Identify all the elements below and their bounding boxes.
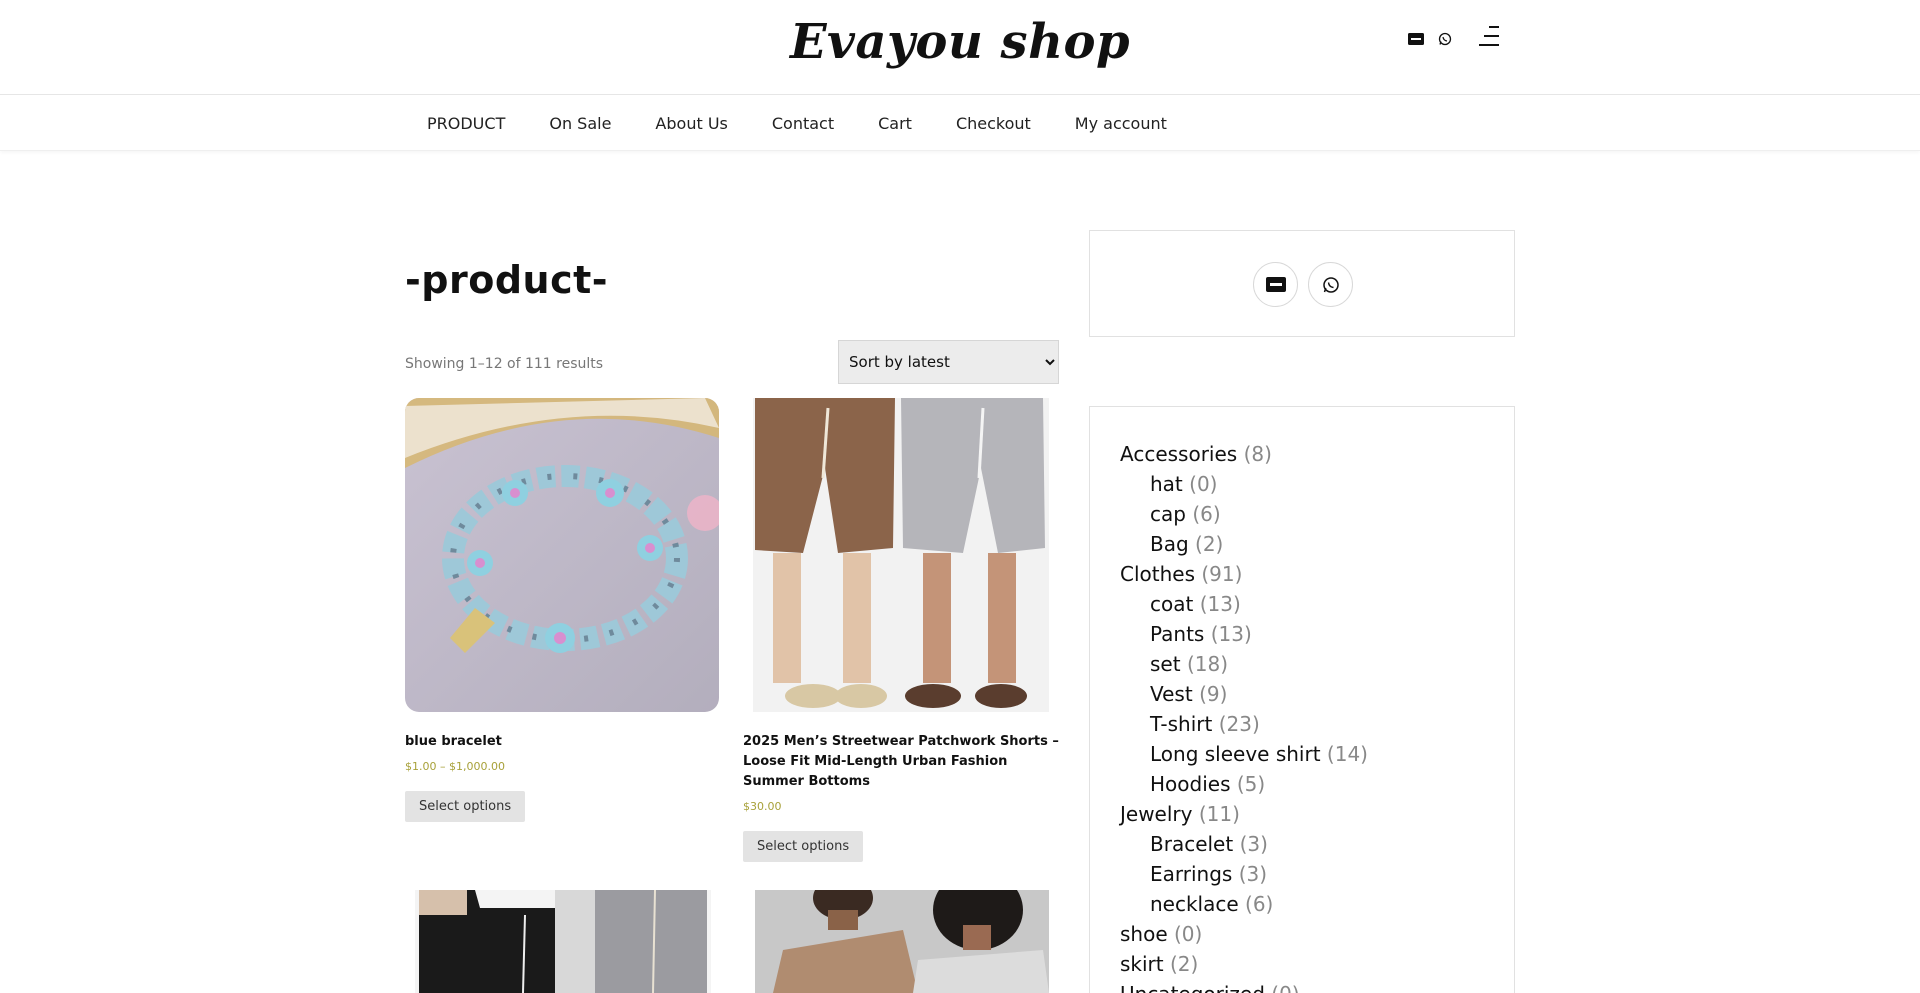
- category-link[interactable]: Bag: [1150, 532, 1189, 556]
- category-link[interactable]: Accessories: [1120, 442, 1237, 466]
- category-item[interactable]: coat (13): [1120, 589, 1368, 619]
- category-item[interactable]: T-shirt (23): [1120, 709, 1368, 739]
- sort-select[interactable]: Sort by latest: [838, 340, 1059, 384]
- nav-item-my-account[interactable]: My account: [1053, 114, 1189, 133]
- category-item[interactable]: Long sleeve shirt (14): [1120, 739, 1368, 769]
- site-header: Evayou shop: [0, 0, 1920, 95]
- category-item[interactable]: necklace (6): [1120, 889, 1368, 919]
- page-title: -product-: [405, 258, 609, 302]
- category-count: (13): [1210, 622, 1252, 646]
- whatsapp-icon[interactable]: [1436, 31, 1453, 46]
- category-count: (8): [1243, 442, 1272, 466]
- product-card: [405, 890, 719, 993]
- category-item[interactable]: Vest (9): [1120, 679, 1368, 709]
- whatsapp-icon[interactable]: [1308, 262, 1353, 307]
- category-list: Accessories (8) hat (0) cap (6) Bag (2) …: [1120, 439, 1368, 993]
- category-link[interactable]: Hoodies: [1150, 772, 1231, 796]
- category-link[interactable]: Bracelet: [1150, 832, 1233, 856]
- category-link[interactable]: coat: [1150, 592, 1193, 616]
- category-link[interactable]: Jewelry: [1120, 802, 1192, 826]
- category-item[interactable]: Accessories (8): [1120, 439, 1368, 469]
- category-link[interactable]: shoe: [1120, 922, 1168, 946]
- category-link[interactable]: Vest: [1150, 682, 1193, 706]
- category-link[interactable]: Clothes: [1120, 562, 1195, 586]
- category-count: (5): [1236, 772, 1266, 796]
- select-options-button[interactable]: Select options: [405, 791, 526, 822]
- hamburger-menu-icon[interactable]: [1479, 25, 1501, 47]
- category-item[interactable]: Pants (13): [1120, 619, 1368, 649]
- category-item[interactable]: Jewelry (11): [1120, 799, 1368, 829]
- header-social-icons: [1407, 31, 1453, 46]
- product-price: $1.00 – $1,000.00: [405, 760, 505, 773]
- category-count: (6): [1192, 502, 1221, 526]
- category-link[interactable]: Pants: [1150, 622, 1204, 646]
- nav-item-on-sale[interactable]: On Sale: [527, 114, 633, 133]
- category-link[interactable]: cap: [1150, 502, 1186, 526]
- category-count: (3): [1238, 862, 1268, 886]
- category-link[interactable]: necklace: [1150, 892, 1239, 916]
- main-navigation: PRODUCT On Sale About Us Contact Cart Ch…: [0, 96, 1920, 151]
- category-item[interactable]: Bracelet (3): [1120, 829, 1368, 859]
- category-count: (2): [1169, 952, 1199, 976]
- category-item[interactable]: Hoodies (5): [1120, 769, 1368, 799]
- site-logo-title[interactable]: Evayou shop: [0, 14, 1920, 70]
- category-item[interactable]: shoe (0): [1120, 919, 1368, 949]
- product-name[interactable]: 2025 Men’s Streetwear Patchwork Shorts –…: [743, 732, 1063, 792]
- category-count: (0): [1271, 982, 1299, 993]
- social-icon-row: [1090, 262, 1516, 307]
- category-item[interactable]: cap (6): [1120, 499, 1368, 529]
- category-link[interactable]: set: [1150, 652, 1181, 676]
- category-count: (2): [1195, 532, 1224, 556]
- category-count: (18): [1186, 652, 1228, 676]
- category-item[interactable]: Clothes (91): [1120, 559, 1368, 589]
- category-link[interactable]: skirt: [1120, 952, 1164, 976]
- result-count: Showing 1–12 of 111 results: [405, 356, 604, 372]
- product-card: blue bracelet $1.00 – $1,000.00 Select o…: [405, 398, 725, 822]
- paypal-icon[interactable]: [1407, 31, 1424, 46]
- category-count: (91): [1201, 562, 1243, 586]
- category-link[interactable]: Uncategorized: [1120, 982, 1265, 993]
- category-count: (13): [1199, 592, 1241, 616]
- nav-item-product[interactable]: PRODUCT: [405, 114, 527, 133]
- category-count: (0): [1174, 922, 1203, 946]
- product-image-vest[interactable]: [743, 890, 1057, 993]
- product-price: $30.00: [743, 800, 782, 813]
- category-count: (14): [1326, 742, 1368, 766]
- nav-item-cart[interactable]: Cart: [856, 114, 934, 133]
- nav-item-about-us[interactable]: About Us: [633, 114, 749, 133]
- category-link[interactable]: hat: [1150, 472, 1183, 496]
- category-count: (6): [1245, 892, 1274, 916]
- product-image-bracelet[interactable]: [405, 398, 719, 712]
- product-image-pants[interactable]: [405, 890, 719, 993]
- category-item[interactable]: Earrings (3): [1120, 859, 1368, 889]
- category-link[interactable]: T-shirt: [1150, 712, 1212, 736]
- product-name[interactable]: blue bracelet: [405, 732, 725, 752]
- product-categories-widget: Accessories (8) hat (0) cap (6) Bag (2) …: [1089, 406, 1515, 993]
- category-count: (0): [1189, 472, 1218, 496]
- select-options-button[interactable]: Select options: [743, 831, 864, 862]
- nav-list: PRODUCT On Sale About Us Contact Cart Ch…: [405, 96, 1189, 151]
- product-card: [743, 890, 1057, 993]
- category-item[interactable]: hat (0): [1120, 469, 1368, 499]
- category-item[interactable]: Uncategorized (0): [1120, 979, 1368, 993]
- category-item[interactable]: skirt (2): [1120, 949, 1368, 979]
- category-count: (9): [1199, 682, 1228, 706]
- category-item[interactable]: set (18): [1120, 649, 1368, 679]
- nav-item-checkout[interactable]: Checkout: [934, 114, 1053, 133]
- category-count: (11): [1198, 802, 1240, 826]
- category-count: (23): [1218, 712, 1260, 736]
- category-link[interactable]: Earrings: [1150, 862, 1232, 886]
- nav-item-contact[interactable]: Contact: [750, 114, 856, 133]
- product-image-shorts[interactable]: [743, 398, 1057, 712]
- paypal-icon[interactable]: [1253, 262, 1298, 307]
- category-item[interactable]: Bag (2): [1120, 529, 1368, 559]
- social-widget: [1089, 230, 1515, 337]
- product-card: 2025 Men’s Streetwear Patchwork Shorts –…: [743, 398, 1063, 862]
- category-count: (3): [1239, 832, 1268, 856]
- category-link[interactable]: Long sleeve shirt: [1150, 742, 1321, 766]
